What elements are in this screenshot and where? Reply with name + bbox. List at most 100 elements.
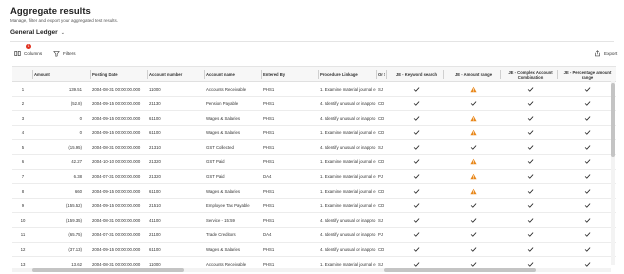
checkmark-icon: [470, 218, 477, 223]
cell-je-keyword-search: [388, 82, 445, 96]
header-col-account-name[interactable]: Account name: [206, 67, 260, 82]
horizontal-scrollbar-thumb-right[interactable]: [384, 268, 536, 272]
table-row[interactable]: 12 (37.13) 2004-09-15 00:00:00.000 61100 Wag…: [12, 243, 616, 258]
table-row[interactable]: 10 (159.35) 2004-08-31 00:00:00.000 41100 Se…: [12, 213, 616, 228]
cell-index: 2: [21, 101, 25, 107]
header-col-amount[interactable]: Amount: [34, 67, 82, 82]
cell-procedure-linkage: 1. Examine material journal e: [320, 188, 376, 194]
cell-origin-source: SJ: [378, 144, 384, 150]
table-row[interactable]: 6 42.27 2004-10-10 00:00:00.000 21320 GST Pa…: [12, 155, 616, 170]
cell-account-name: Trade Creditors: [206, 232, 236, 238]
checkmark-icon: [413, 247, 420, 252]
column-resize-handle[interactable]: [443, 70, 444, 79]
cell-account-name: Wages & Salaries: [206, 188, 240, 194]
header-col-je-complex-account-combination[interactable]: JE - Complex Account Combination: [502, 67, 559, 82]
cell-index: 3: [21, 115, 25, 121]
filters-button[interactable]: Filters: [53, 48, 76, 58]
table-row[interactable]: 4 0 2004-09-15 00:00:00.000 61100 Wages & Sa…: [12, 126, 616, 141]
cell-je-complex-account-combination: [502, 213, 559, 227]
table-row[interactable]: 11 (65.75) 2004-07-31 00:00:00.000 21100 Tra…: [12, 228, 616, 243]
horizontal-scrollbar-thumb[interactable]: [32, 268, 184, 272]
column-resize-handle[interactable]: [90, 70, 91, 79]
cell-amount: (155.52): [65, 203, 82, 209]
column-resize-handle[interactable]: [204, 70, 205, 79]
cell-je-amount-range: [445, 228, 502, 242]
cell-amount: 660: [74, 188, 82, 194]
column-resize-handle[interactable]: [500, 70, 501, 79]
chevron-down-icon: ⌄: [60, 29, 65, 36]
cell-entered-by: PHS1: [263, 115, 275, 121]
checkmark-icon: [584, 116, 591, 121]
header-col-account-number[interactable]: Account number: [149, 67, 203, 82]
checkmark-icon: [527, 101, 534, 106]
ledger-selector[interactable]: General Ledger ⌄: [10, 29, 65, 36]
table-row[interactable]: 1 139.51 2004-08-31 00:00:00.000 11000 Accou…: [12, 82, 616, 97]
table-row[interactable]: 5 (15.95) 2004-08-31 00:00:00.000 21310 GST …: [12, 140, 616, 155]
cell-origin-source: CD: [378, 188, 385, 194]
checkmark-icon: [470, 101, 477, 106]
table-row[interactable]: 8 660 2004-09-15 00:00:00.000 61100 Wages & …: [12, 184, 616, 199]
cell-account-number: 21320: [149, 159, 161, 165]
column-resize-handle[interactable]: [261, 70, 262, 79]
header-col-je-keyword-search[interactable]: JE - Keyword search: [388, 67, 445, 82]
vertical-scrollbar-thumb[interactable]: [611, 83, 615, 157]
column-resize-handle[interactable]: [32, 70, 33, 79]
table-row[interactable]: 2 (52.8) 2004-09-15 00:00:00.000 21130 Pensi…: [12, 97, 616, 112]
cell-origin-source: CD: [378, 159, 385, 165]
checkmark-icon: [413, 145, 420, 150]
cell-entered-by: PHS1: [263, 203, 275, 209]
cell-origin-source: CD: [378, 130, 385, 136]
column-resize-handle[interactable]: [318, 70, 319, 79]
cell-entered-by: PHS1: [263, 159, 275, 165]
header-col-je-amount-range[interactable]: JE - Amount range: [445, 67, 502, 82]
cell-posting-date: 2004-08-31 00:00:00.000: [92, 217, 141, 223]
header-col-procedure-linkage[interactable]: Procedure Linkage: [320, 67, 376, 82]
cell-amount: 0: [79, 115, 82, 121]
cell-je-percentage-amount-range: [559, 199, 616, 213]
export-button[interactable]: Export: [594, 48, 617, 58]
checkmark-icon: [413, 116, 420, 121]
header-col-index[interactable]: [16, 67, 30, 82]
cell-procedure-linkage: 4. Identify unusual or inappro: [320, 232, 376, 238]
cell-index: 10: [20, 217, 26, 223]
checkmark-icon: [527, 145, 534, 150]
export-icon: [595, 49, 600, 56]
cell-account-number: 11000: [149, 86, 161, 92]
checkmark-icon: [470, 203, 477, 208]
header-col-origin-source[interactable]: Or So: [378, 67, 385, 82]
table-row[interactable]: 7 6.38 2004-07-31 00:00:00.000 21320 GST Pai…: [12, 170, 616, 185]
header-col-posting-date[interactable]: Posting Date: [92, 67, 146, 82]
column-resize-handle[interactable]: [557, 70, 558, 79]
warning-icon: [470, 173, 477, 180]
cell-je-amount-range: [445, 213, 502, 227]
cell-account-number: 41100: [149, 217, 161, 223]
cell-posting-date: 2004-07-31 00:00:00.000: [92, 232, 141, 238]
columns-button[interactable]: Columns: [14, 48, 42, 58]
cell-posting-date: 2004-09-15 00:00:00.000: [92, 115, 141, 121]
column-resize-handle[interactable]: [386, 70, 387, 79]
cell-je-complex-account-combination: [502, 243, 559, 257]
columns-icon: [14, 50, 21, 56]
checkmark-icon: [470, 262, 477, 267]
cell-procedure-linkage: 1. Examine material journal e: [320, 159, 376, 165]
cell-posting-date: 2004-09-15 00:00:00.000: [92, 203, 141, 209]
table-row[interactable]: 9 (155.52) 2004-09-15 00:00:00.000 21510 Emp…: [12, 199, 616, 214]
column-resize-handle[interactable]: [376, 70, 377, 79]
cell-origin-source: PJ: [378, 174, 384, 180]
cell-je-complex-account-combination: [502, 140, 559, 154]
cell-account-name: Wages & Salaries: [206, 247, 240, 253]
cell-account-number: 21320: [149, 174, 161, 180]
checkmark-icon: [584, 247, 591, 252]
table-row[interactable]: 3 0 2004-09-15 00:00:00.000 61100 Wages & Sa…: [12, 111, 616, 126]
cell-posting-date: 2004-09-15 00:00:00.000: [92, 101, 141, 107]
cell-account-number: 61100: [149, 188, 161, 194]
header-col-je-percentage-amount-range[interactable]: JE - Percentage amount range: [559, 67, 616, 82]
checkmark-icon: [527, 203, 534, 208]
cell-account-number: 61100: [149, 115, 161, 121]
cell-posting-date: 2004-08-31 00:00:00.000: [92, 144, 141, 150]
filters-label: Filters: [63, 50, 76, 56]
column-resize-handle[interactable]: [147, 70, 148, 79]
header-col-entered-by[interactable]: Entered By: [263, 67, 317, 82]
checkmark-icon: [527, 232, 534, 238]
cell-procedure-linkage: 1. Examine material journal e: [320, 130, 376, 136]
